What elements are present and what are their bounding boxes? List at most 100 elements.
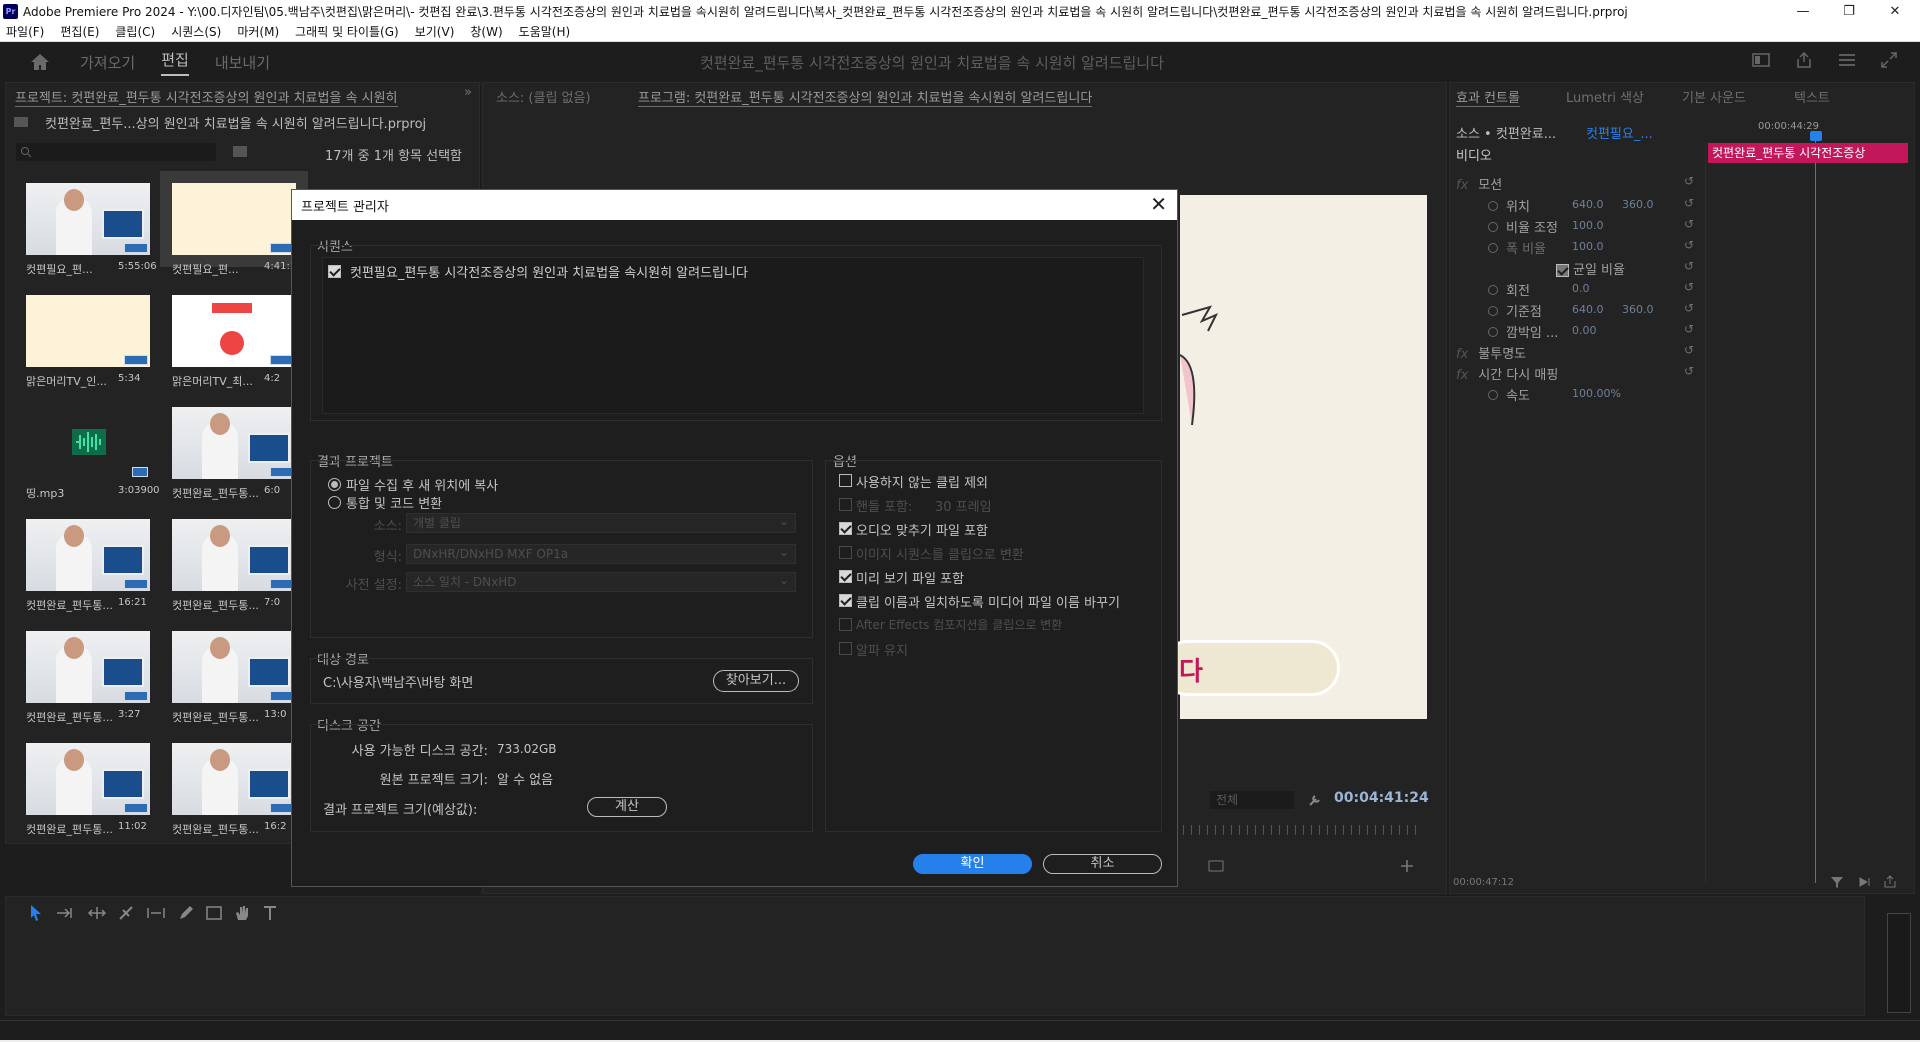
reset-icon[interactable]: ↺ (1684, 343, 1694, 357)
effect-property-name[interactable]: 폭 비율 (1488, 238, 1546, 257)
ripple-edit-icon[interactable] (88, 905, 106, 921)
effect-property-name[interactable]: 회전 (1488, 280, 1530, 299)
effect-value[interactable]: 640.0 (1572, 198, 1604, 211)
option-checkbox[interactable] (839, 594, 852, 607)
browse-button[interactable]: 찾아보기... (713, 670, 799, 692)
effect-value[interactable]: 100.0 (1572, 219, 1604, 232)
wrench-icon[interactable] (1308, 793, 1322, 807)
fullscreen-icon[interactable] (1880, 51, 1898, 69)
effect-property-name[interactable]: fx 시간 다시 매핑 (1456, 364, 1558, 383)
effect-property-name[interactable]: 속도 (1488, 385, 1530, 404)
new-bin-icon[interactable] (233, 146, 247, 157)
dialog-close-button[interactable]: ✕ (1150, 193, 1167, 215)
project-item-thumbnail[interactable] (26, 631, 150, 703)
playhead-handle[interactable] (1810, 131, 1822, 141)
stopwatch-icon[interactable] (1488, 390, 1498, 400)
cancel-button[interactable]: 취소 (1043, 854, 1162, 874)
effect-property-name[interactable]: 균일 비율 (1556, 259, 1625, 278)
radio-transcode[interactable] (328, 496, 341, 509)
reset-icon[interactable]: ↺ (1684, 364, 1694, 378)
minimize-button[interactable]: — (1780, 0, 1826, 22)
stopwatch-icon[interactable] (1488, 222, 1498, 232)
project-item-thumbnail[interactable] (26, 407, 150, 479)
tab-project[interactable]: 프로젝트: 컷편완료_편두통 시각전조증상의 원인과 치료법을 속 시원히 (15, 87, 398, 107)
effect-property-name[interactable]: 기준점 (1488, 301, 1542, 320)
uniform-scale-checkbox[interactable] (1556, 264, 1569, 277)
tab-export[interactable]: 내보내기 (215, 52, 270, 73)
effect-property-name[interactable]: 깜박임 ... (1488, 322, 1558, 341)
reset-icon[interactable]: ↺ (1684, 259, 1694, 273)
more-panels-icon[interactable]: » (464, 85, 472, 100)
track-select-icon[interactable] (56, 905, 74, 921)
source-select[interactable]: 개별 클립 (406, 512, 796, 533)
effect-value[interactable]: 100.0 (1572, 240, 1604, 253)
effect-value-2[interactable]: 360.0 (1622, 198, 1654, 211)
project-item-thumbnail[interactable] (172, 631, 296, 703)
project-item-thumbnail[interactable] (160, 171, 308, 267)
effect-value-2[interactable]: 360.0 (1622, 303, 1654, 316)
radio-copy[interactable] (328, 478, 341, 491)
effect-property-name[interactable]: 위치 (1488, 196, 1530, 215)
menu-window[interactable]: 창(W) (470, 23, 502, 40)
filter-icon[interactable] (1830, 875, 1844, 889)
menu-graphics[interactable]: 그래픽 및 타이틀(G) (295, 23, 399, 40)
add-button-icon[interactable] (1400, 859, 1414, 873)
razor-icon[interactable] (118, 905, 134, 921)
reset-icon[interactable]: ↺ (1684, 238, 1694, 252)
tab-import[interactable]: 가져오기 (80, 52, 135, 73)
export-frame-icon[interactable] (1208, 859, 1224, 873)
tab-effect-controls[interactable]: 효과 컨트롤 (1456, 87, 1520, 107)
effect-value[interactable]: 640.0 (1572, 303, 1604, 316)
calculate-button[interactable]: 계산 (587, 797, 667, 817)
program-ruler[interactable] (1183, 825, 1423, 835)
sequence-checkbox[interactable] (328, 265, 341, 278)
close-window-button[interactable]: ✕ (1872, 0, 1918, 22)
reset-icon[interactable]: ↺ (1684, 322, 1694, 336)
workspaces-icon[interactable] (1752, 52, 1770, 68)
menu-help[interactable]: 도움말(H) (519, 23, 571, 40)
option-checkbox[interactable] (839, 474, 852, 487)
zoom-select[interactable]: 전체 (1210, 791, 1294, 809)
reset-icon[interactable]: ↺ (1684, 196, 1694, 210)
home-icon[interactable] (30, 53, 50, 71)
selection-tool-icon[interactable] (28, 904, 44, 922)
project-item-thumbnail[interactable] (26, 295, 150, 367)
restore-button[interactable]: ❐ (1826, 0, 1872, 22)
reset-icon[interactable]: ↺ (1684, 174, 1694, 188)
project-item-thumbnail[interactable] (26, 183, 150, 255)
export-icon[interactable] (1883, 875, 1897, 889)
reset-icon[interactable]: ↺ (1684, 280, 1694, 294)
program-timecode[interactable]: 00:04:41:24 (1334, 790, 1429, 806)
effect-value[interactable]: 100.00% (1572, 387, 1621, 400)
menu-sequence[interactable]: 시퀀스(S) (171, 23, 221, 40)
go-to-out-icon[interactable] (1858, 875, 1872, 889)
tab-text[interactable]: 텍스트 (1794, 87, 1830, 106)
option-checkbox[interactable] (839, 642, 852, 655)
project-item-thumbnail[interactable] (26, 519, 150, 591)
menu-lines-icon[interactable] (1838, 52, 1856, 68)
effects-source[interactable]: 소스 • 컷편완료... (1456, 123, 1556, 142)
effect-property-name[interactable]: 비율 조정 (1488, 217, 1558, 236)
menu-edit[interactable]: 편집(E) (60, 23, 99, 40)
option-checkbox[interactable] (839, 618, 852, 631)
type-icon[interactable] (262, 905, 278, 921)
effect-property-name[interactable]: fx 불투명도 (1456, 343, 1526, 362)
option-checkbox[interactable] (839, 570, 852, 583)
stopwatch-icon[interactable] (1488, 327, 1498, 337)
reset-icon[interactable]: ↺ (1684, 217, 1694, 231)
effect-value[interactable]: 0.0 (1572, 282, 1590, 295)
pen-icon[interactable] (178, 905, 194, 921)
option-checkbox[interactable] (839, 498, 852, 511)
clip-bar[interactable]: 컷편완료_편두통 시각전조증상 (1708, 143, 1908, 163)
hand-icon[interactable] (234, 904, 250, 922)
preset-select[interactable]: 소스 일치 - DNxHD (406, 571, 796, 592)
menu-clip[interactable]: 클립(C) (115, 23, 155, 40)
tab-edit[interactable]: 편집 (161, 49, 189, 76)
option-checkbox[interactable] (839, 522, 852, 535)
project-item-thumbnail[interactable] (172, 295, 296, 367)
effect-property-name[interactable]: fx 모션 (1456, 174, 1502, 193)
tab-essential-sound[interactable]: 기본 사운드 (1682, 87, 1746, 106)
ok-button[interactable]: 확인 (913, 854, 1032, 874)
menu-view[interactable]: 보기(V) (415, 23, 455, 40)
stopwatch-icon[interactable] (1488, 306, 1498, 316)
